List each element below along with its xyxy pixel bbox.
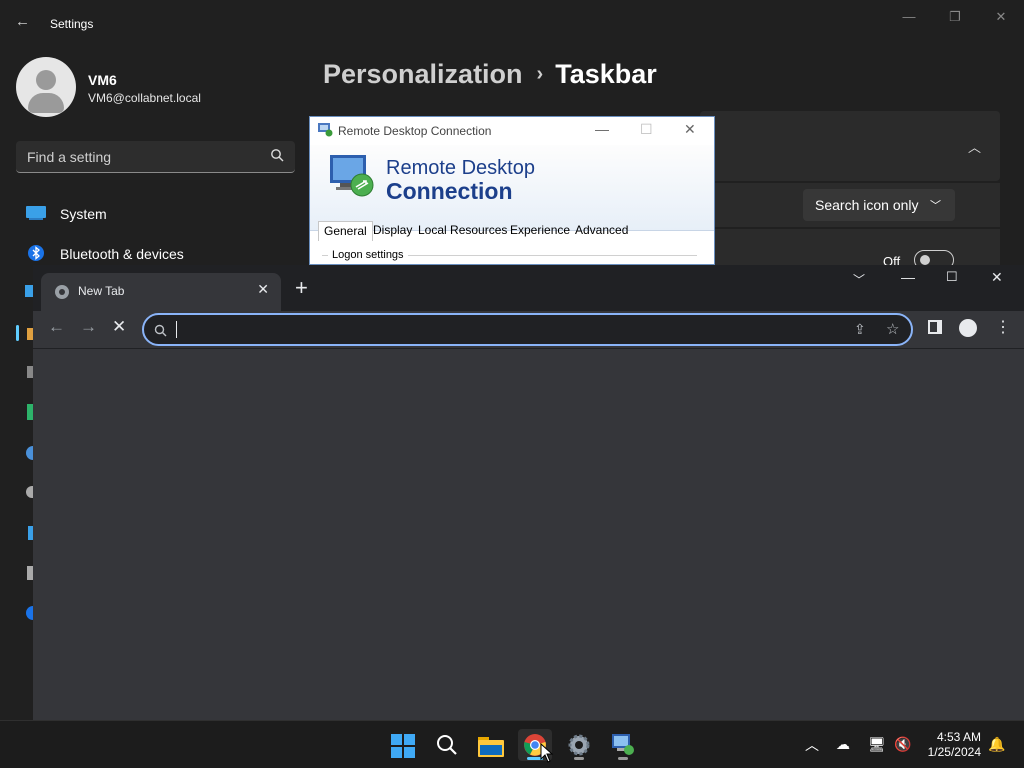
back-arrow-icon[interactable]: ←	[15, 13, 35, 33]
volume-icon[interactable]: 🔇	[894, 736, 911, 753]
personalization-icon[interactable]	[25, 285, 33, 297]
windows-update-icon	[26, 606, 33, 620]
chevron-right-icon: ›	[536, 63, 544, 85]
search-mode-dropdown[interactable]: Search icon only ﹀	[803, 189, 955, 221]
time-language-icon	[26, 446, 33, 460]
file-explorer-icon[interactable]	[474, 729, 508, 761]
page-content[interactable]	[33, 350, 1024, 720]
toggle-setting-row	[700, 229, 1000, 269]
logon-settings-label: Logon settings	[328, 249, 408, 261]
chrome-tabstrip[interactable]: New Tab ✕ + ﹀ — ☐ ✕	[33, 265, 1024, 311]
profile-icon[interactable]	[959, 319, 977, 337]
address-bar[interactable]: ⇪ ☆	[142, 313, 913, 346]
tab-search-icon[interactable]: ﹀	[853, 271, 865, 288]
show-hidden-icons-icon[interactable]: ︿	[805, 735, 819, 755]
chrome-favicon-icon	[55, 285, 69, 299]
browser-tab[interactable]: New Tab ✕	[41, 273, 281, 311]
notification-bell-icon[interactable]: 🔔	[988, 736, 1005, 753]
sidebar-item-label: System	[60, 206, 107, 222]
new-tab-icon[interactable]: +	[295, 277, 308, 299]
chrome-window: New Tab ✕ + ﹀ — ☐ ✕ ← → ✕ ⇪ ☆ ⋮	[33, 265, 1024, 720]
search-icon	[271, 149, 284, 162]
clock-date: 1/25/2024	[927, 745, 981, 759]
stop-loading-icon[interactable]: ✕	[112, 317, 126, 337]
tab-local-resources[interactable]: Local Resources	[418, 223, 507, 237]
forward-icon[interactable]: →	[80, 317, 97, 337]
mouse-cursor-icon	[540, 743, 554, 763]
remote-desktop-icon[interactable]	[606, 729, 640, 761]
rdc-banner-subtitle: Connection	[386, 178, 513, 204]
chrome-close-icon[interactable]: ✕	[991, 269, 1003, 286]
side-panel-icon[interactable]	[928, 320, 942, 334]
chrome-maximize-icon[interactable]: ☐	[946, 269, 958, 285]
page-title: Taskbar	[555, 59, 657, 89]
breadcrumb: Personalization › Taskbar	[323, 59, 657, 90]
tab-display[interactable]: Display	[373, 223, 412, 237]
tab-advanced[interactable]: Advanced	[575, 223, 628, 237]
tab-experience[interactable]: Experience	[510, 223, 570, 237]
rdc-minimize-icon[interactable]: —	[595, 121, 609, 137]
selection-indicator	[16, 325, 19, 341]
taskbar-items-card[interactable]: ︿	[700, 111, 1000, 181]
user-email: VM6@collabnet.local	[88, 91, 201, 105]
settings-title: Settings	[50, 17, 94, 31]
tab-title: New Tab	[78, 284, 125, 298]
tab-general[interactable]: General	[318, 221, 373, 241]
start-icon[interactable]	[386, 729, 420, 761]
chrome-menu-icon[interactable]: ⋮	[995, 317, 1011, 337]
sidebar-item-label: Bluetooth & devices	[60, 246, 184, 262]
remote-desktop-logo-icon	[330, 155, 374, 197]
chrome-toolbar: ← → ✕ ⇪ ☆ ⋮	[33, 311, 1024, 349]
rdc-title: Remote Desktop Connection	[338, 124, 492, 138]
breadcrumb-parent[interactable]: Personalization	[323, 59, 523, 89]
monitor-icon	[26, 206, 46, 220]
avatar[interactable]	[16, 57, 76, 117]
clock[interactable]: 4:53 AM 1/25/2024	[928, 730, 981, 760]
maximize-icon[interactable]: ❐	[932, 6, 978, 28]
tab-close-icon[interactable]: ✕	[257, 281, 269, 298]
back-icon[interactable]: ←	[48, 317, 65, 337]
search-mode-value: Search icon only	[815, 197, 919, 213]
chrome-minimize-icon[interactable]: —	[901, 269, 915, 285]
bookmark-star-icon[interactable]: ☆	[886, 320, 899, 338]
clock-time: 4:53 AM	[936, 730, 981, 744]
settings-icon[interactable]	[562, 729, 596, 761]
remote-desktop-icon	[318, 123, 333, 137]
user-name: VM6	[88, 72, 117, 88]
share-icon[interactable]: ⇪	[854, 321, 866, 338]
bluetooth-icon	[28, 245, 44, 261]
gaming-icon	[26, 486, 33, 498]
rdc-close-icon[interactable]: ✕	[684, 121, 696, 138]
rdc-banner: Remote Desktop Connection	[310, 145, 714, 231]
close-icon[interactable]: ✕	[978, 6, 1024, 28]
taskbar: ︿ ☁ 🖥 🔇 4:53 AM 1/25/2024 🔔	[0, 720, 1024, 768]
network-icon[interactable]: 🖥	[868, 736, 886, 753]
rdc-maximize-icon: ☐	[640, 121, 653, 137]
onedrive-icon[interactable]: ☁	[836, 736, 850, 753]
rdc-banner-title: Remote Desktop	[386, 157, 535, 179]
minimize-icon[interactable]: —	[886, 6, 932, 28]
chevron-up-icon[interactable]: ︿	[968, 137, 981, 156]
rdc-titlebar[interactable]: Remote Desktop Connection — ☐ ✕	[310, 117, 714, 145]
search-icon[interactable]	[430, 729, 464, 761]
chevron-down-icon: ﹀	[930, 200, 941, 212]
omnibox-search-icon	[154, 324, 167, 337]
find-setting-placeholder: Find a setting	[27, 149, 112, 165]
remote-desktop-window: Remote Desktop Connection — ☐ ✕ Remote D…	[309, 116, 715, 265]
find-setting-input[interactable]: Find a setting	[16, 141, 295, 173]
text-cursor	[176, 321, 177, 338]
